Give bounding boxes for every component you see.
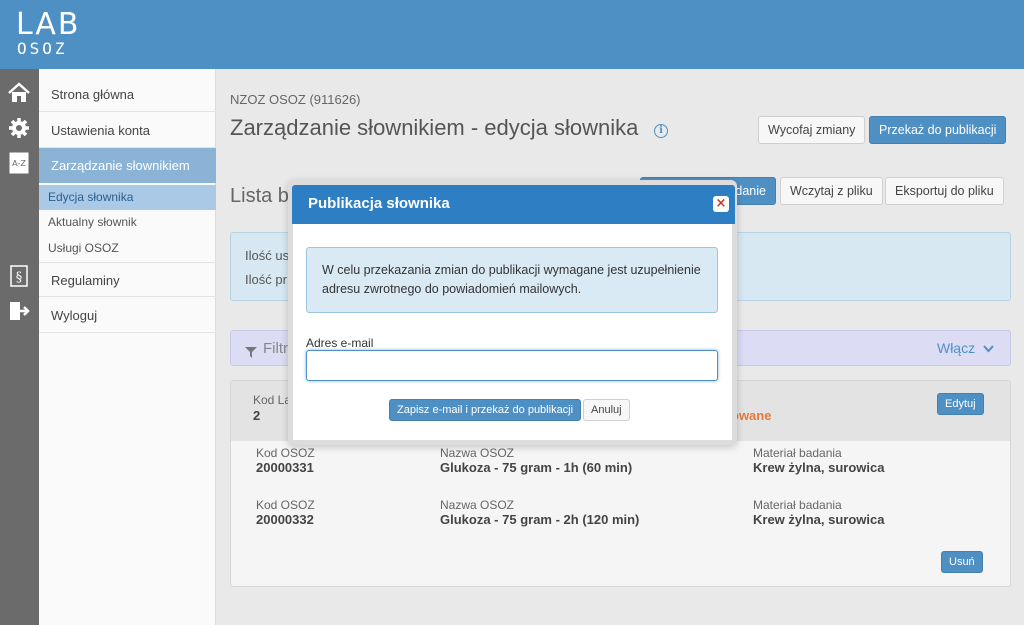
page-title: Zarządzanie słownikiem - edycja słownika [230,115,639,140]
dictionary-az-icon[interactable]: A-Z [6,150,32,176]
publish-button[interactable]: Przekaż do publikacji [869,116,1007,144]
subitem-edit-dictionary[interactable]: Edycja słownika [39,185,216,210]
row2-material-label: Materiał badania [753,498,842,512]
home-icon[interactable] [6,80,32,106]
row1-code-label: Kod OSOZ [256,446,315,460]
save-and-publish-button[interactable]: Zapisz e-mail i przekaż do publikacji [389,399,582,421]
sidebar-item-logout[interactable]: Wyloguj [39,298,216,333]
logo-osoz-text: OSOZ [17,39,68,58]
lab-code-value: 2 [253,408,261,423]
email-field[interactable] [306,350,718,381]
status-badge: owane [731,408,772,423]
subitem-current-dictionary[interactable]: Aktualny słownik [39,210,216,235]
logout-icon[interactable] [6,298,32,324]
dialog-header: Publikacja słownika × [292,185,735,224]
edit-button[interactable]: Edytuj [937,393,984,415]
icon-rail: A-Z § [0,69,39,625]
top-header: LAB OSOZ [0,0,1024,69]
sidebar-item-regulations[interactable]: Regulaminy [39,262,216,297]
dialog-title: Publikacja słownika [308,195,450,212]
row2-code-label: Kod OSOZ [256,498,315,512]
paragraph-icon[interactable]: § [6,263,32,289]
row1-code: 20000331 [256,460,314,475]
chevron-down-icon [983,345,994,353]
row2-name-label: Nazwa OSOZ [440,498,515,512]
filter-label: Filtr [263,340,288,357]
svg-text:§: § [16,270,23,285]
cancel-button[interactable]: Anuluj [583,399,630,421]
filter-toggle-label: Włącz [936,340,976,356]
lab-code-label: Kod La [253,393,292,407]
row1-name: Glukoza - 75 gram - 1h (60 min) [440,460,633,475]
sidebar-item-home[interactable]: Strona główna [39,77,216,112]
row2-material: Krew żylna, surowica [753,512,885,527]
publish-dialog: Publikacja słownika × W celu przekazania… [288,180,737,445]
remove-button[interactable]: Usuń [941,551,983,573]
side-navigation: Strona główna Ustawienia konta Zarządzan… [39,69,216,625]
lab-osoz-logo[interactable]: LAB OSOZ [16,10,96,60]
dialog-message: W celu przekazania zmian do publikacji w… [306,247,718,313]
revert-changes-button[interactable]: Wycofaj zmiany [758,116,866,144]
info-line-2: Ilość pr [245,272,287,287]
sidebar-item-dictionary[interactable]: Zarządzanie słownikiem [39,148,216,183]
email-field-label: Adres e-mail [306,336,374,350]
row1-name-label: Nazwa OSOZ [440,446,515,460]
import-file-button[interactable]: Wczytaj z pliku [780,177,883,205]
logo-lab-text: LAB [16,7,81,42]
info-icon[interactable]: i [654,124,668,138]
row1-material-label: Materiał badania [753,446,842,460]
close-icon[interactable]: × [713,196,729,212]
export-file-button[interactable]: Eksportuj do pliku [885,177,1004,205]
sidebar-item-account-settings[interactable]: Ustawienia konta [39,113,216,148]
subitem-osoz-services[interactable]: Usługi OSOZ [39,236,216,261]
row2-code: 20000332 [256,512,314,527]
gear-icon[interactable] [6,115,32,141]
filter-icon [245,343,257,362]
svg-text:A-Z: A-Z [12,159,26,168]
info-line-1: Ilość us [245,248,290,263]
breadcrumb: NZOZ OSOZ (911626) [230,92,361,107]
row2-name: Glukoza - 75 gram - 2h (120 min) [440,512,640,527]
row1-material: Krew żylna, surowica [753,460,885,475]
filter-toggle[interactable]: Włącz [937,340,994,356]
